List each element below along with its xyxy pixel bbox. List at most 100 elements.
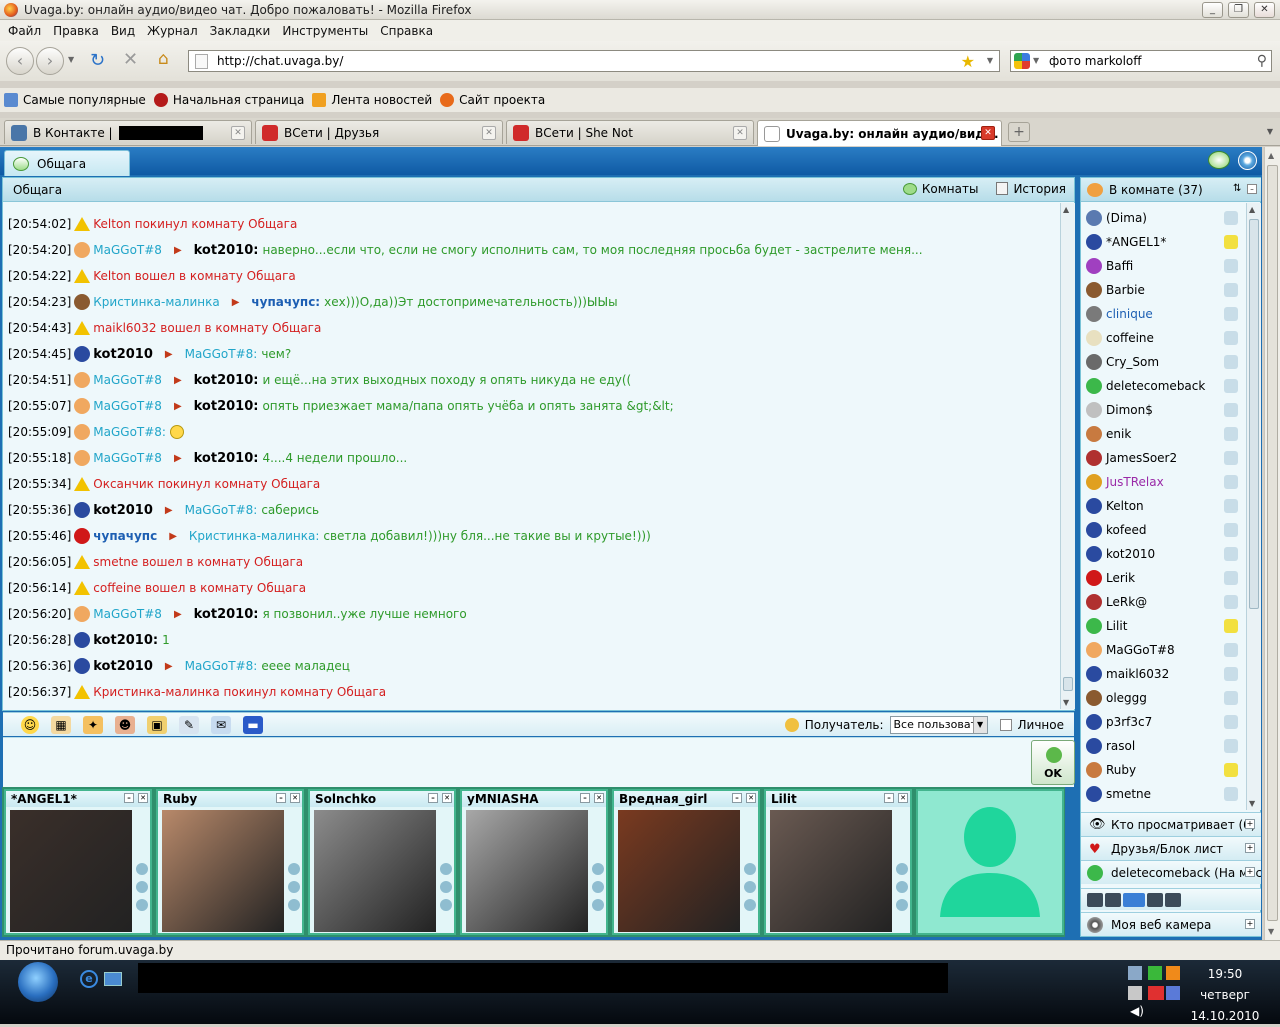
- user-list-item[interactable]: Lerik: [1086, 567, 1246, 589]
- webcam-video[interactable]: [770, 810, 892, 932]
- private-message-icon[interactable]: ✉: [211, 715, 231, 734]
- webcam-status-icon[interactable]: [1224, 283, 1238, 297]
- search-input[interactable]: фото markoloff: [1049, 54, 1142, 68]
- webcam-status-icon[interactable]: [1224, 763, 1238, 777]
- bookmark-home-page[interactable]: Начальная страница: [153, 93, 304, 107]
- menu-bookmarks[interactable]: Закладки: [210, 24, 271, 38]
- effects-icon[interactable]: ✦: [83, 715, 103, 734]
- user-list-item[interactable]: smetne: [1086, 783, 1246, 805]
- close-icon[interactable]: ✕: [594, 793, 604, 803]
- collapse-icon[interactable]: –: [1247, 184, 1257, 194]
- previous-icon[interactable]: [1105, 892, 1121, 907]
- scroll-thumb[interactable]: [1249, 219, 1259, 609]
- zoom-icon[interactable]: [592, 863, 604, 875]
- webcam-window[interactable]: Вредная_girl – ✕: [612, 789, 760, 935]
- minimize-icon[interactable]: –: [732, 793, 742, 803]
- message-recipient[interactable]: kot2010:: [194, 243, 259, 258]
- menu-edit[interactable]: Правка: [53, 24, 99, 38]
- sound-icon[interactable]: [592, 899, 604, 911]
- user-list-item[interactable]: (Dima): [1086, 207, 1246, 229]
- menu-history[interactable]: Журнал: [147, 24, 198, 38]
- user-list-item[interactable]: Barbie: [1086, 279, 1246, 301]
- close-icon[interactable]: ✕: [442, 793, 452, 803]
- profile-icon[interactable]: [288, 881, 300, 893]
- chevron-down-icon[interactable]: ▼: [972, 717, 987, 733]
- page-scrollbar[interactable]: ▲ ▼: [1264, 147, 1280, 940]
- message-sender[interactable]: MaGGoT#8: [93, 373, 162, 387]
- bookmark-most-visited[interactable]: Самые популярные: [4, 93, 146, 107]
- sort-icon[interactable]: ⇅: [1233, 183, 1241, 194]
- minimize-button[interactable]: _: [1202, 2, 1223, 18]
- address-input[interactable]: http://chat.uvaga.by/: [217, 54, 343, 68]
- webcam-status-icon[interactable]: [1224, 643, 1238, 657]
- zoom-icon[interactable]: [136, 863, 148, 875]
- start-button[interactable]: [18, 962, 58, 1002]
- webcam-status-icon[interactable]: [1224, 451, 1238, 465]
- tray-usb-icon[interactable]: [1128, 986, 1142, 1000]
- user-list-item[interactable]: kot2010: [1086, 543, 1246, 565]
- webcam-status-icon[interactable]: [1224, 787, 1238, 801]
- image-icon[interactable]: ▣: [147, 715, 167, 734]
- minimize-icon[interactable]: –: [884, 793, 894, 803]
- webcam-status-icon[interactable]: [1224, 379, 1238, 393]
- bookmark-news-feed[interactable]: Лента новостей: [312, 93, 432, 107]
- my-status-section[interactable]: deletecomeback (На месте) +: [1081, 860, 1261, 884]
- profile-icon[interactable]: [592, 881, 604, 893]
- scroll-down-icon[interactable]: ▼: [1268, 927, 1274, 936]
- message-input[interactable]: [3, 737, 1074, 787]
- users-scrollbar[interactable]: ▲ ▼: [1246, 203, 1261, 810]
- message-sender[interactable]: MaGGoT#8:: [93, 425, 166, 439]
- webcam-status-icon[interactable]: [1224, 691, 1238, 705]
- close-icon[interactable]: ✕: [290, 793, 300, 803]
- expand-icon[interactable]: +: [1245, 867, 1255, 877]
- scroll-down-icon[interactable]: ▼: [1249, 799, 1255, 808]
- reload-icon[interactable]: ↻: [90, 50, 105, 71]
- new-tab-button[interactable]: +: [1008, 122, 1030, 142]
- user-list-item[interactable]: oleggg: [1086, 687, 1246, 709]
- webcam-status-icon[interactable]: [1224, 259, 1238, 273]
- close-tab-icon[interactable]: ✕: [482, 126, 496, 140]
- webcam-status-icon[interactable]: [1224, 547, 1238, 561]
- close-tab-icon[interactable]: ✕: [981, 126, 995, 140]
- message-sender[interactable]: MaGGoT#8: [93, 451, 162, 465]
- close-tab-icon[interactable]: ✕: [231, 126, 245, 140]
- webcam-window[interactable]: yMNIASHA – ✕: [460, 789, 608, 935]
- webcam-status-icon[interactable]: [1224, 499, 1238, 513]
- webcam-status-icon[interactable]: [1224, 475, 1238, 489]
- zoom-icon[interactable]: [440, 863, 452, 875]
- settings-gear-icon[interactable]: [1238, 151, 1257, 170]
- sound-icon[interactable]: [288, 899, 300, 911]
- message-recipient[interactable]: kot2010:: [194, 399, 259, 414]
- users-icon[interactable]: ☻: [115, 715, 135, 734]
- rooms-button[interactable]: Комнаты: [902, 182, 978, 196]
- webcam-status-icon[interactable]: [1224, 523, 1238, 537]
- bookmark-star-icon[interactable]: ★: [961, 52, 975, 71]
- internet-explorer-icon[interactable]: e: [80, 970, 98, 988]
- recipient-select[interactable]: Все пользоватe ▼: [889, 716, 988, 734]
- webcam-video[interactable]: [10, 810, 132, 932]
- play-icon[interactable]: [1123, 892, 1145, 907]
- tray-display-icon[interactable]: [1166, 986, 1180, 1000]
- sound-icon[interactable]: [136, 899, 148, 911]
- webcam-video[interactable]: [618, 810, 740, 932]
- sound-icon[interactable]: [744, 899, 756, 911]
- user-list-item[interactable]: coffeine: [1086, 327, 1246, 349]
- message-sender[interactable]: kot2010: [93, 503, 153, 518]
- message-sender[interactable]: Кристинка-малинка: [93, 295, 219, 309]
- scroll-up-icon[interactable]: ▲: [1268, 151, 1274, 160]
- minimize-icon[interactable]: –: [124, 793, 134, 803]
- search-box[interactable]: ▼ фото markoloff ⚲: [1010, 50, 1272, 72]
- expand-icon[interactable]: +: [1245, 843, 1255, 853]
- webcam-window[interactable]: Ruby – ✕: [156, 789, 304, 935]
- message-recipient[interactable]: Кристинка-малинка:: [189, 529, 319, 543]
- tab-vkontakte[interactable]: В Контакте | ✕: [4, 120, 252, 144]
- user-list-item[interactable]: Ruby: [1086, 759, 1246, 781]
- address-bar[interactable]: http://chat.uvaga.by/ ★ ▼: [188, 50, 1000, 72]
- user-list-item[interactable]: clinique: [1086, 303, 1246, 325]
- user-list-item[interactable]: Dimon$: [1086, 399, 1246, 421]
- history-dropdown-icon[interactable]: ▼: [68, 55, 74, 64]
- stop-icon[interactable]: ✕: [123, 49, 138, 70]
- volume-icon[interactable]: ◀): [1130, 1004, 1144, 1018]
- user-list-item[interactable]: JusTRelax: [1086, 471, 1246, 493]
- expand-icon[interactable]: +: [1245, 819, 1255, 829]
